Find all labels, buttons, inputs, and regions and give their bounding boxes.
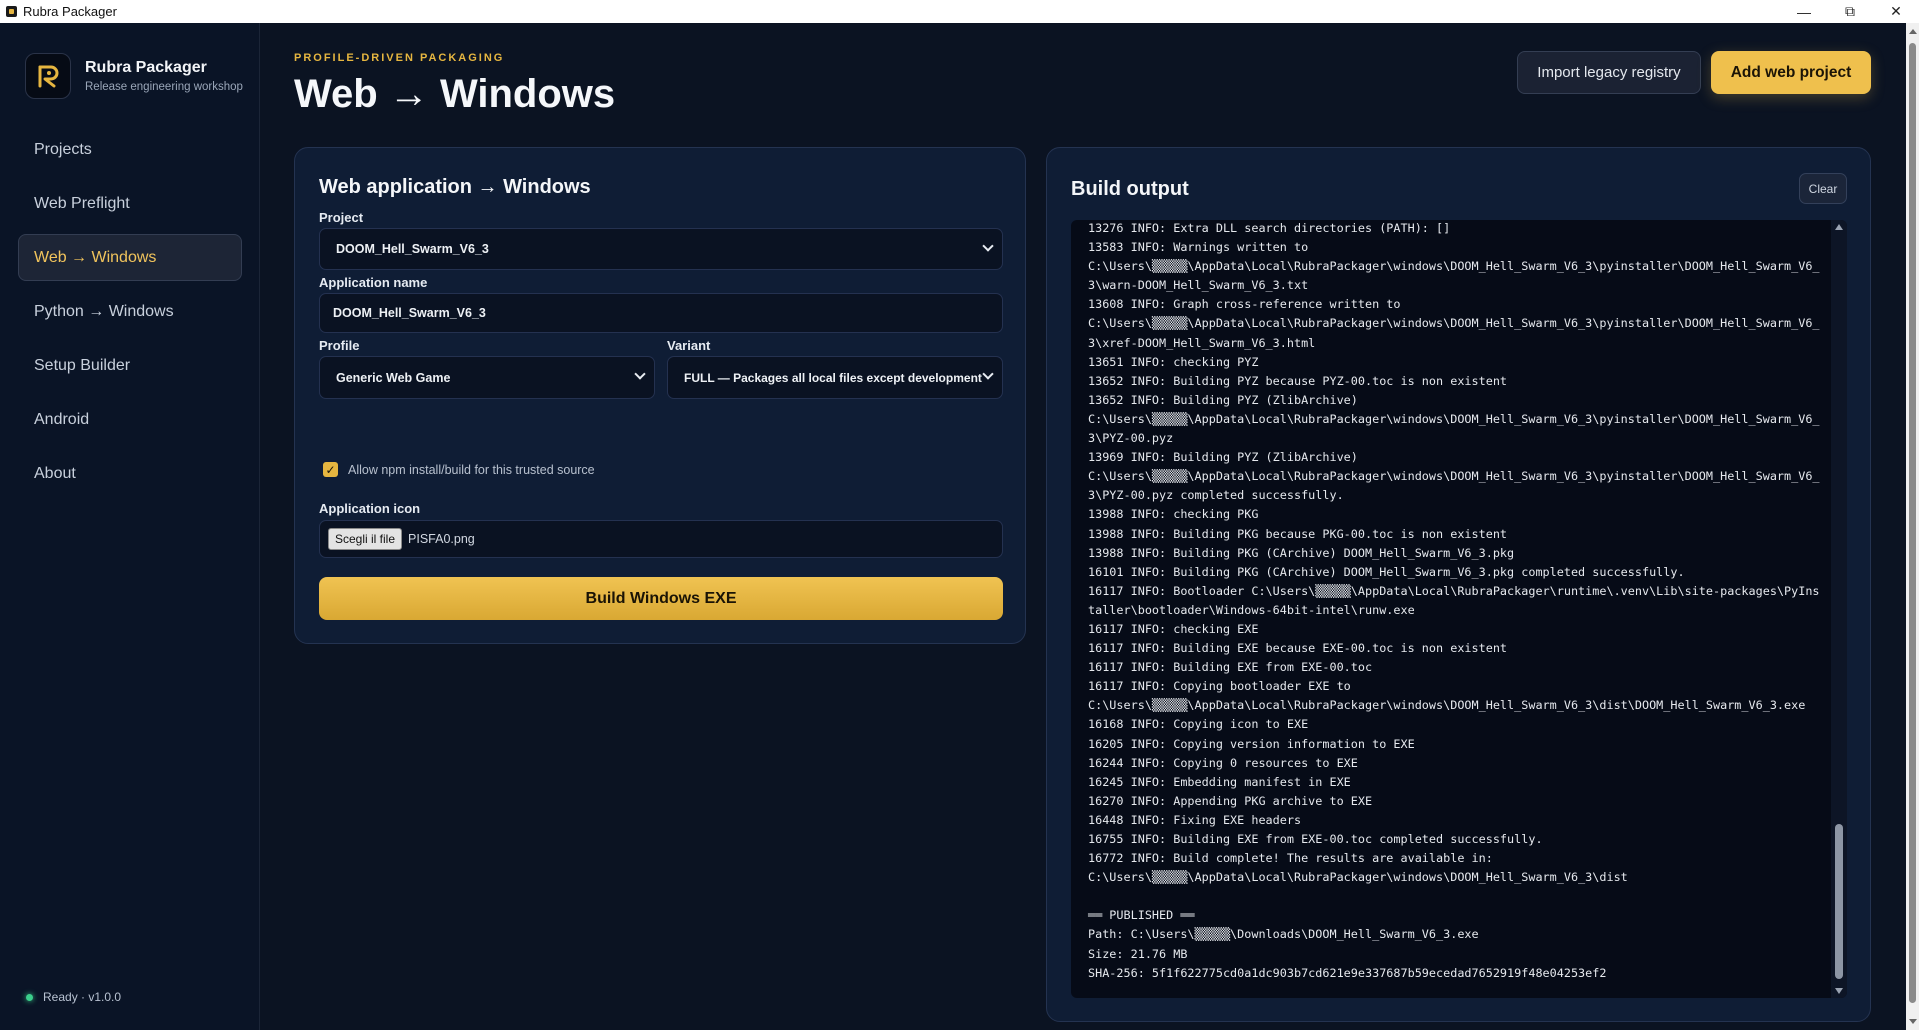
sidebar-item-android[interactable]: Android [18,396,242,443]
scrollbar-thumb[interactable] [1835,824,1843,979]
import-legacy-registry-button[interactable]: Import legacy registry [1517,51,1701,94]
build-output-panel: Build output Clear 13276 INFO: Extra DLL… [1046,147,1871,1022]
application-name-input[interactable]: DOOM_Hell_Swarm_V6_3 [319,293,1003,333]
project-select-value: DOOM_Hell_Swarm_V6_3 [336,242,489,256]
build-output-title: Build output [1071,178,1189,200]
profile-label: Profile [319,338,360,353]
chevron-down-icon [634,368,646,380]
sidebar: Rubra Packager Release engineering works… [0,23,260,1030]
sidebar-item-projects[interactable]: Projects [18,126,242,173]
application-icon-label: Application icon [319,501,421,516]
window-scroll-up-icon[interactable] [1909,29,1917,34]
minimize-icon[interactable]: — [1781,0,1827,23]
app-icon [6,6,17,17]
profile-select-value: Generic Web Game [336,370,451,385]
sidebar-item-web-preflight[interactable]: Web Preflight [18,180,242,227]
project-label: Project [319,210,364,225]
npm-install-label: Allow npm install/build for this trusted… [348,462,595,477]
brand-subtitle: Release engineering workshop [85,81,243,93]
profile-select[interactable]: Generic Web Game [319,356,655,399]
build-log-text: 13276 INFO: Extra DLL search directories… [1088,221,1820,980]
window-scroll-down-icon[interactable] [1909,1019,1917,1024]
scroll-up-icon[interactable] [1835,224,1843,230]
window-titlebar: Rubra Packager — ⧉ ✕ [0,0,1919,23]
npm-install-option[interactable]: ✓ Allow npm install/build for this trust… [323,462,595,477]
brand: Rubra Packager Release engineering works… [25,53,243,99]
brand-logo-icon [25,53,71,99]
add-web-project-button[interactable]: Add web project [1711,51,1871,94]
status-indicator: Ready · v1.0.0 [26,990,121,1004]
build-log-console[interactable]: 13276 INFO: Extra DLL search directories… [1071,220,1847,998]
build-windows-exe-button[interactable]: Build Windows EXE [319,577,1003,620]
restore-icon[interactable]: ⧉ [1827,0,1873,23]
console-scrollbar[interactable] [1831,220,1847,998]
selected-file-name: PISFA0.png [408,532,475,546]
project-select[interactable]: DOOM_Hell_Swarm_V6_3 [319,228,1003,270]
variant-select-value: FULL — Packages all local files except d… [684,370,982,385]
brand-name: Rubra Packager [85,59,207,76]
web-to-windows-form: Web application → Windows Project DOOM_H… [294,147,1026,644]
chevron-down-icon [982,240,994,252]
sidebar-item-web-to-windows[interactable]: Web → Windows [18,234,242,281]
chevron-down-icon [982,368,994,380]
sidebar-item-about[interactable]: About [18,450,242,497]
sidebar-item-python-to-windows[interactable]: Python → Windows [18,288,242,335]
form-title: Web application → Windows [319,176,591,198]
window-scrollbar-thumb[interactable] [1909,43,1916,1003]
scroll-down-icon[interactable] [1835,988,1843,994]
npm-install-checkbox[interactable]: ✓ [323,462,338,477]
variant-label: Variant [667,338,711,353]
choose-file-button[interactable]: Scegli il file [328,528,403,550]
page-eyebrow: PROFILE-DRIVEN PACKAGING [294,52,505,64]
window-scrollbar[interactable] [1906,23,1919,1030]
application-icon-file-input[interactable]: Scegli il file PISFA0.png [319,520,1003,558]
status-text: Ready · v1.0.0 [43,990,122,1004]
sidebar-item-setup-builder[interactable]: Setup Builder [18,342,242,389]
page-title: Web → Windows [294,72,616,116]
clear-output-button[interactable]: Clear [1799,173,1847,204]
window-title: Rubra Packager [23,4,117,19]
application-name-label: Application name [319,275,428,290]
application-name-value: DOOM_Hell_Swarm_V6_3 [333,306,486,320]
variant-select[interactable]: FULL — Packages all local files except d… [667,356,1003,399]
sidebar-nav: Projects Web Preflight Web → Windows Pyt… [18,126,242,504]
status-dot-icon [26,993,33,1001]
close-icon[interactable]: ✕ [1873,0,1919,23]
